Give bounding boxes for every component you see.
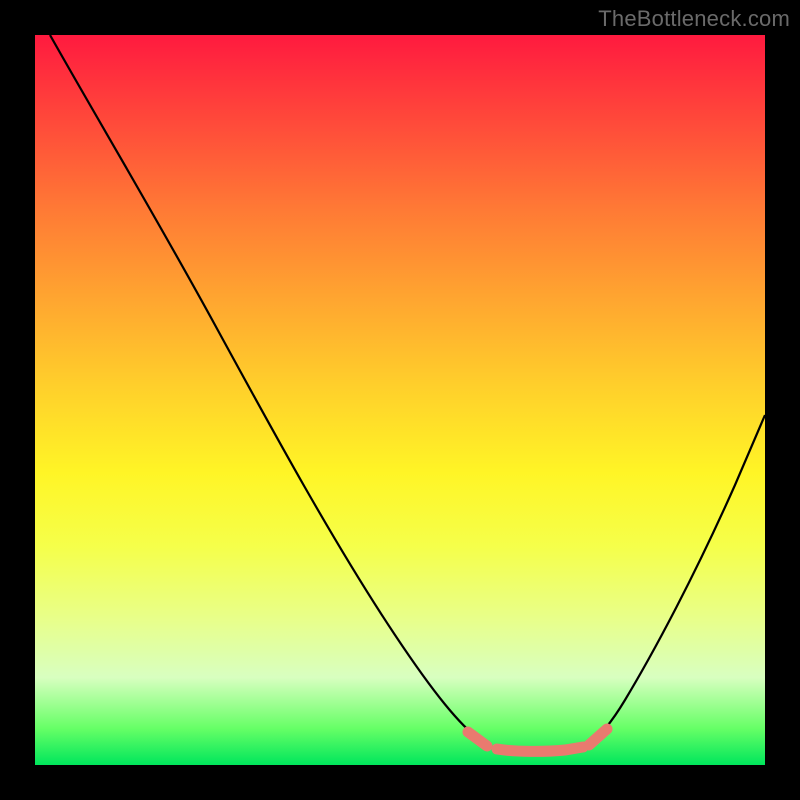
curve-layer bbox=[35, 35, 765, 765]
highlight-left-stub bbox=[468, 732, 487, 746]
highlight-right-stub bbox=[589, 729, 607, 745]
chart-frame: TheBottleneck.com bbox=[0, 0, 800, 800]
bottleneck-curve bbox=[50, 35, 765, 751]
curve-right-branch bbox=[587, 415, 765, 746]
valley-highlight bbox=[468, 729, 607, 751]
curve-left-branch bbox=[50, 35, 492, 747]
highlight-floor bbox=[497, 747, 583, 751]
watermark-text: TheBottleneck.com bbox=[598, 6, 790, 32]
plot-area bbox=[35, 35, 765, 765]
